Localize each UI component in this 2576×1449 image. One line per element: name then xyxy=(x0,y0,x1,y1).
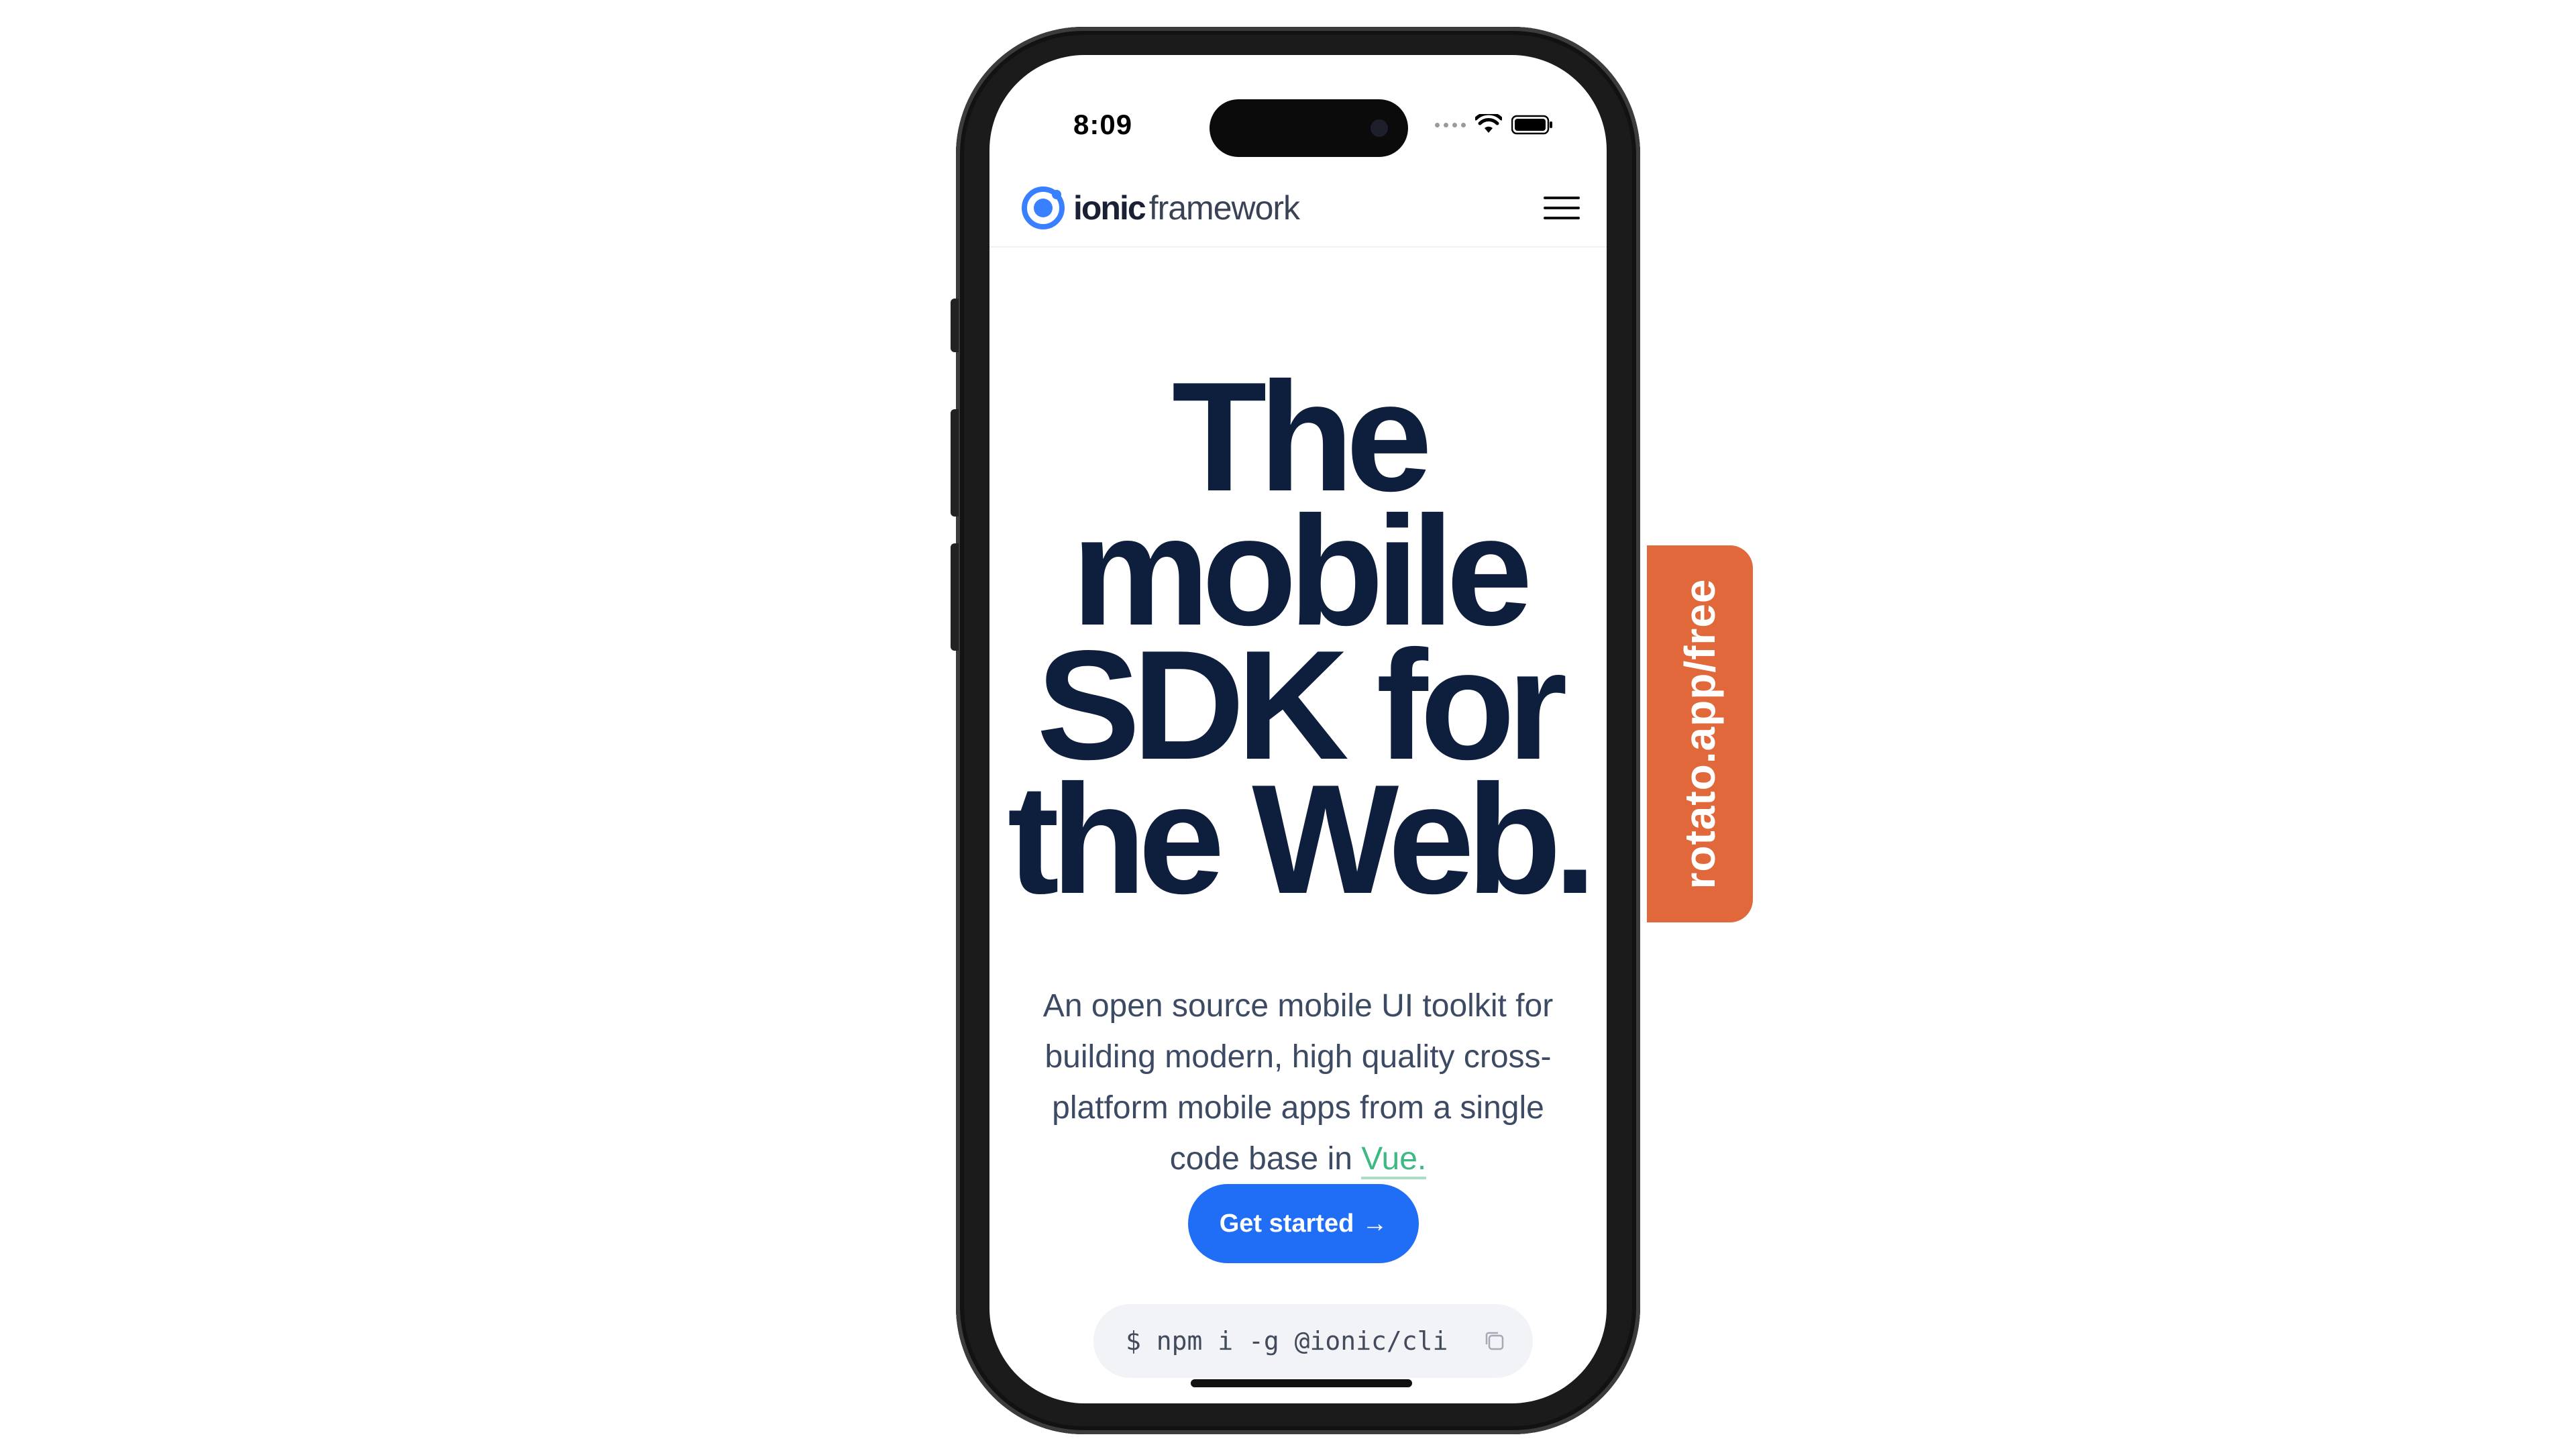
ionic-logo-icon xyxy=(1022,186,1065,229)
promo-text: rotato.app/free xyxy=(1676,578,1724,890)
action-button xyxy=(951,299,959,352)
battery-icon xyxy=(1511,115,1552,135)
hero-subtitle: An open source mobile UI toolkit for bui… xyxy=(989,981,1607,1185)
hero-title-line: the Web. xyxy=(1007,753,1597,926)
get-started-label: Get started xyxy=(1219,1209,1354,1238)
status-bar: 8:09 xyxy=(989,55,1607,162)
cli-command-text: $ npm i -g @ionic/cli xyxy=(1126,1326,1448,1356)
subtitle-line: building modern, high quality cross- xyxy=(1044,1039,1552,1075)
signal-dots-icon xyxy=(1435,122,1466,127)
hero-section: The mobile SDK for the Web. xyxy=(989,360,1607,926)
phone-screen: 8:09 ionic framework The mobile SDK for … xyxy=(989,55,1607,1403)
copy-icon[interactable] xyxy=(1483,1330,1506,1352)
wifi-icon xyxy=(1475,114,1502,133)
volume-up-button xyxy=(951,409,959,517)
subtitle-line: code base in xyxy=(1169,1141,1362,1177)
arrow-right-icon: → xyxy=(1362,1209,1388,1238)
volume-down-button xyxy=(951,543,959,651)
subtitle-line: An open source mobile UI toolkit for xyxy=(1042,988,1554,1024)
get-started-button[interactable]: Get started → xyxy=(1188,1184,1419,1263)
ionic-logo[interactable]: ionic framework xyxy=(1020,184,1300,231)
logo-wordmark-bold: ionic xyxy=(1073,189,1146,227)
site-navbar: ionic framework xyxy=(989,172,1607,248)
home-indicator xyxy=(1191,1379,1412,1387)
vue-link[interactable]: Vue. xyxy=(1361,1141,1427,1179)
hamburger-menu-icon[interactable] xyxy=(1544,193,1580,223)
status-icons xyxy=(1435,114,1553,136)
logo-wordmark-light: framework xyxy=(1148,189,1300,227)
hero-title: The mobile SDK for the Web. xyxy=(989,360,1607,926)
cli-install-command[interactable]: $ npm i -g @ionic/cli xyxy=(1093,1304,1533,1378)
promo-tab[interactable]: rotato.app/free xyxy=(1647,545,1753,922)
dynamic-island xyxy=(1210,99,1408,157)
status-time: 8:09 xyxy=(1073,109,1133,140)
subtitle-line: platform mobile apps from a single xyxy=(1052,1090,1544,1126)
camera-icon xyxy=(1371,119,1388,137)
phone-frame: 8:09 ionic framework The mobile SDK for … xyxy=(951,27,1640,1434)
